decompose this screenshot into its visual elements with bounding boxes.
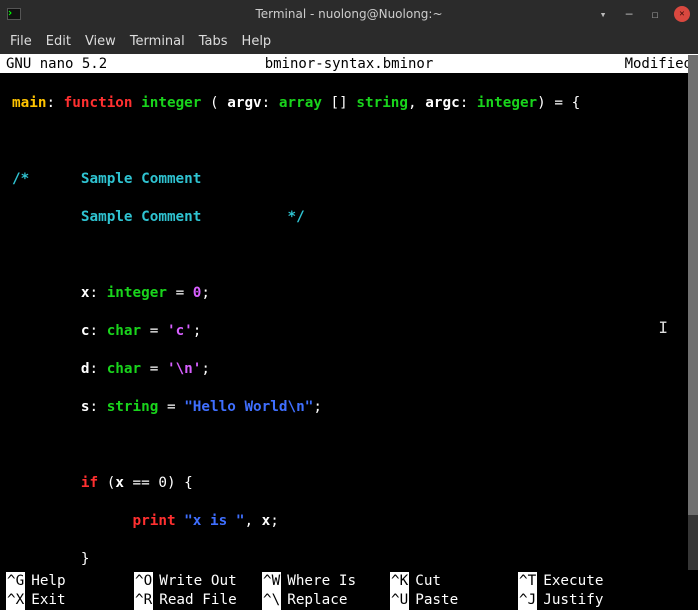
sc-execute[interactable]: ^TExecute	[518, 572, 668, 591]
shortcut-row-1: ^GHelp ^OWrite Out ^WWhere Is ^KCut ^TEx…	[6, 572, 698, 591]
sc-writeout[interactable]: ^OWrite Out	[134, 572, 262, 591]
id-x3: x	[262, 513, 271, 529]
typ-char2: char	[107, 361, 141, 377]
lit-hello: "Hello World\n"	[184, 399, 313, 415]
shortcut-row-2: ^XExit ^RRead File ^\Replace ^UPaste ^JJ…	[6, 591, 698, 610]
typ-array: array	[279, 95, 322, 111]
punc-brackets: []	[331, 95, 348, 111]
fn-main: main	[12, 95, 46, 111]
lit-c: 'c'	[167, 323, 193, 339]
id-argv: argv	[227, 95, 261, 111]
nano-shortcut-bar: ^GHelp ^OWrite Out ^WWhere Is ^KCut ^TEx…	[0, 572, 698, 610]
cmt-close: */	[287, 209, 304, 225]
editor-area[interactable]: main: function integer ( argv: array [] …	[0, 73, 698, 572]
lit-0b: 0	[158, 475, 167, 491]
scrollbar-thumb[interactable]	[688, 55, 698, 515]
typ-integer: integer	[141, 95, 201, 111]
typ-integer2: integer	[477, 95, 537, 111]
mouse-ibeam-icon: I	[658, 318, 668, 337]
terminal-scrollbar[interactable]	[688, 55, 698, 570]
menubar: File Edit View Terminal Tabs Help	[0, 28, 698, 54]
cmt-line1: Sample Comment	[81, 171, 202, 187]
menu-terminal[interactable]: Terminal	[130, 34, 185, 49]
nano-filename: bminor-syntax.bminor	[0, 56, 698, 72]
sc-whereis[interactable]: ^WWhere Is	[262, 572, 390, 591]
sc-readfile[interactable]: ^RRead File	[134, 591, 262, 610]
typ-string: string	[356, 95, 408, 111]
menu-edit[interactable]: Edit	[46, 34, 71, 49]
cmt-line2: Sample Comment	[81, 209, 202, 225]
typ-char: char	[107, 323, 141, 339]
menu-help[interactable]: Help	[242, 34, 272, 49]
sc-paste[interactable]: ^UPaste	[390, 591, 518, 610]
sc-cut[interactable]: ^KCut	[390, 572, 518, 591]
id-argc: argc	[425, 95, 459, 111]
menu-tabs[interactable]: Tabs	[199, 34, 228, 49]
sc-help[interactable]: ^GHelp	[6, 572, 134, 591]
kw-function: function	[64, 95, 133, 111]
kw-if: if	[81, 475, 98, 491]
nano-title-bar: GNU nano 5.2 bminor-syntax.bminor Modifi…	[0, 54, 698, 73]
window-title: Terminal - nuolong@Nuolong:~	[0, 7, 698, 21]
sc-exit[interactable]: ^XExit	[6, 591, 134, 610]
cmt-open: /*	[12, 171, 29, 187]
window-titlebar: Terminal - nuolong@Nuolong:~ ▾ ─ ☐ ✕	[0, 0, 698, 28]
id-x2: x	[115, 475, 124, 491]
typ-integer3: integer	[107, 285, 167, 301]
sc-replace[interactable]: ^\Replace	[262, 591, 390, 610]
kw-print: print	[133, 513, 176, 529]
lit-xis: "x is "	[184, 513, 244, 529]
typ-string2: string	[107, 399, 159, 415]
menu-view[interactable]: View	[85, 34, 116, 49]
sc-justify[interactable]: ^JJustify	[518, 591, 668, 610]
menu-file[interactable]: File	[10, 34, 32, 49]
lit-nl: '\n'	[167, 361, 201, 377]
